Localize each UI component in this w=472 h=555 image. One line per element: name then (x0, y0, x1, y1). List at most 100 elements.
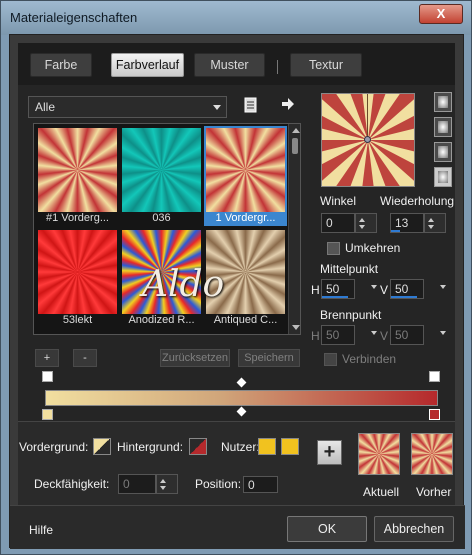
remove-gradient-button[interactable]: - (73, 349, 97, 367)
center-v-label: V (380, 283, 389, 297)
focal-h-value: 50 (326, 328, 340, 342)
angle-value: 0 (326, 216, 333, 230)
reverse-checkbox[interactable] (327, 242, 340, 255)
rectangular-gradient-icon (438, 121, 448, 133)
focal-v-value: 50 (395, 328, 409, 342)
chevron-down-icon[interactable] (371, 285, 377, 289)
current-preview[interactable] (358, 433, 400, 475)
tab-textur[interactable]: Textur (290, 53, 362, 77)
ok-button[interactable]: OK (287, 516, 367, 542)
window-title: Materialeigenschaften (10, 10, 138, 25)
opacity-stop-right[interactable] (429, 371, 440, 382)
link-label: Verbinden (342, 352, 397, 366)
gradient-thumbnail (206, 128, 285, 212)
gradient-thumbnail (38, 230, 117, 314)
position-input[interactable]: 0 (243, 476, 278, 493)
material-properties-window: Materialeigenschaften X Farbe Farbverlau… (0, 0, 472, 555)
gallery-item[interactable]: 53lekt (36, 228, 119, 328)
position-value: 0 (248, 478, 255, 492)
center-handle[interactable] (364, 136, 371, 143)
dialog-footer: Hilfe OK Abbrechen (10, 505, 465, 549)
focal-v-input[interactable]: 50 (390, 325, 446, 345)
help-link[interactable]: Hilfe (29, 523, 53, 537)
tab-bar: Farbe Farbverlauf Muster Textur (18, 43, 455, 85)
repeat-input[interactable]: 13 (390, 213, 446, 233)
title-bar[interactable]: Materialeigenschaften X (1, 1, 471, 35)
gallery-item-selected[interactable]: 1 Vordergr... (204, 126, 287, 226)
gallery-item-label: Anodized R... (128, 314, 195, 326)
reset-button[interactable]: Zurücksetzen (160, 349, 230, 367)
user-swatch[interactable] (281, 438, 299, 455)
previous-label: Vorher (416, 485, 452, 499)
user-swatch[interactable] (258, 438, 276, 455)
category-dropdown[interactable]: Alle (28, 96, 227, 118)
gradient-strip[interactable] (45, 390, 438, 406)
chevron-down-icon[interactable] (371, 331, 377, 335)
center-v-input[interactable]: 50 (390, 279, 446, 299)
gallery-item-label: Antiqued C... (213, 314, 278, 326)
gradient-preview[interactable] (298, 70, 438, 210)
radial-style-button[interactable] (434, 167, 452, 187)
center-v-slider-bar (391, 296, 417, 298)
opacity-stop-left[interactable] (42, 371, 53, 382)
center-h-label: H (311, 283, 320, 297)
tab-farbe[interactable]: Farbe (30, 53, 92, 77)
scroll-up-icon[interactable] (292, 128, 300, 133)
center-v-value: 50 (395, 282, 409, 296)
chevron-down-icon[interactable] (440, 285, 446, 289)
scroll-thumb[interactable] (292, 138, 298, 154)
link-checkbox[interactable] (324, 353, 337, 366)
focal-h-label: H (311, 329, 320, 343)
opacity-spinner[interactable] (156, 474, 178, 494)
cancel-button[interactable]: Abbrechen (374, 516, 454, 542)
gradient-thumbnail (122, 128, 201, 212)
center-h-slider-bar (322, 296, 348, 298)
category-dropdown-value: Alle (35, 100, 56, 114)
gallery-item-label: 1 Vordergr... (215, 212, 276, 224)
reverse-label: Umkehren (345, 241, 401, 255)
gradient-gallery: #1 Vorderg... 036 1 Vordergr... 53lekt A… (33, 123, 301, 335)
close-button[interactable]: X (419, 4, 463, 24)
document-icon[interactable] (244, 97, 258, 116)
repeat-value: 13 (395, 216, 409, 230)
tab-divider (277, 60, 278, 74)
opacity-label: Deckfähigkeit: (34, 477, 110, 491)
repeat-spinner[interactable] (424, 213, 446, 233)
color-stop-left[interactable] (42, 409, 53, 420)
repeat-label: Wiederholung (380, 194, 455, 208)
current-label: Aktuell (363, 485, 400, 499)
chevron-down-icon[interactable] (440, 331, 446, 335)
repeat-slider-bar (391, 230, 400, 232)
angle-handle[interactable] (367, 94, 368, 140)
opacity-input[interactable]: 0 (118, 474, 178, 494)
gallery-item[interactable]: #1 Vorderg... (36, 126, 119, 226)
rectangular-style-button[interactable] (434, 117, 452, 137)
opacity-value: 0 (123, 477, 130, 491)
scroll-down-icon[interactable] (292, 325, 300, 330)
background-swatch[interactable] (189, 438, 207, 455)
angle-spinner[interactable] (355, 213, 377, 233)
gallery-item-label: 036 (152, 212, 171, 224)
save-button[interactable]: Speichern (238, 349, 300, 367)
angle-input[interactable]: 0 (321, 213, 377, 233)
gallery-item[interactable]: 036 (120, 126, 203, 226)
tab-farbverlauf[interactable]: Farbverlauf (111, 53, 184, 77)
arrow-right-icon[interactable] (281, 97, 295, 114)
foreground-swatch[interactable] (93, 438, 111, 455)
focal-h-input[interactable]: 50 (321, 325, 377, 345)
color-stop-right[interactable] (429, 409, 440, 420)
add-gradient-button[interactable]: + (35, 349, 59, 367)
gallery-scrollbar[interactable] (288, 124, 300, 334)
center-h-value: 50 (326, 282, 340, 296)
gallery-item-label: 53lekt (62, 314, 93, 326)
gallery-item-label: #1 Vorderg... (46, 212, 109, 224)
tab-muster[interactable]: Muster (194, 53, 265, 77)
sunburst-style-button[interactable] (434, 142, 452, 162)
linear-style-button[interactable] (434, 92, 452, 112)
position-label: Position: (195, 477, 242, 491)
gradient-thumbnail (38, 128, 117, 212)
previous-preview[interactable] (411, 433, 453, 475)
add-preset-button[interactable]: + (317, 440, 342, 465)
center-h-input[interactable]: 50 (321, 279, 377, 299)
angle-label: Winkel (320, 194, 357, 208)
